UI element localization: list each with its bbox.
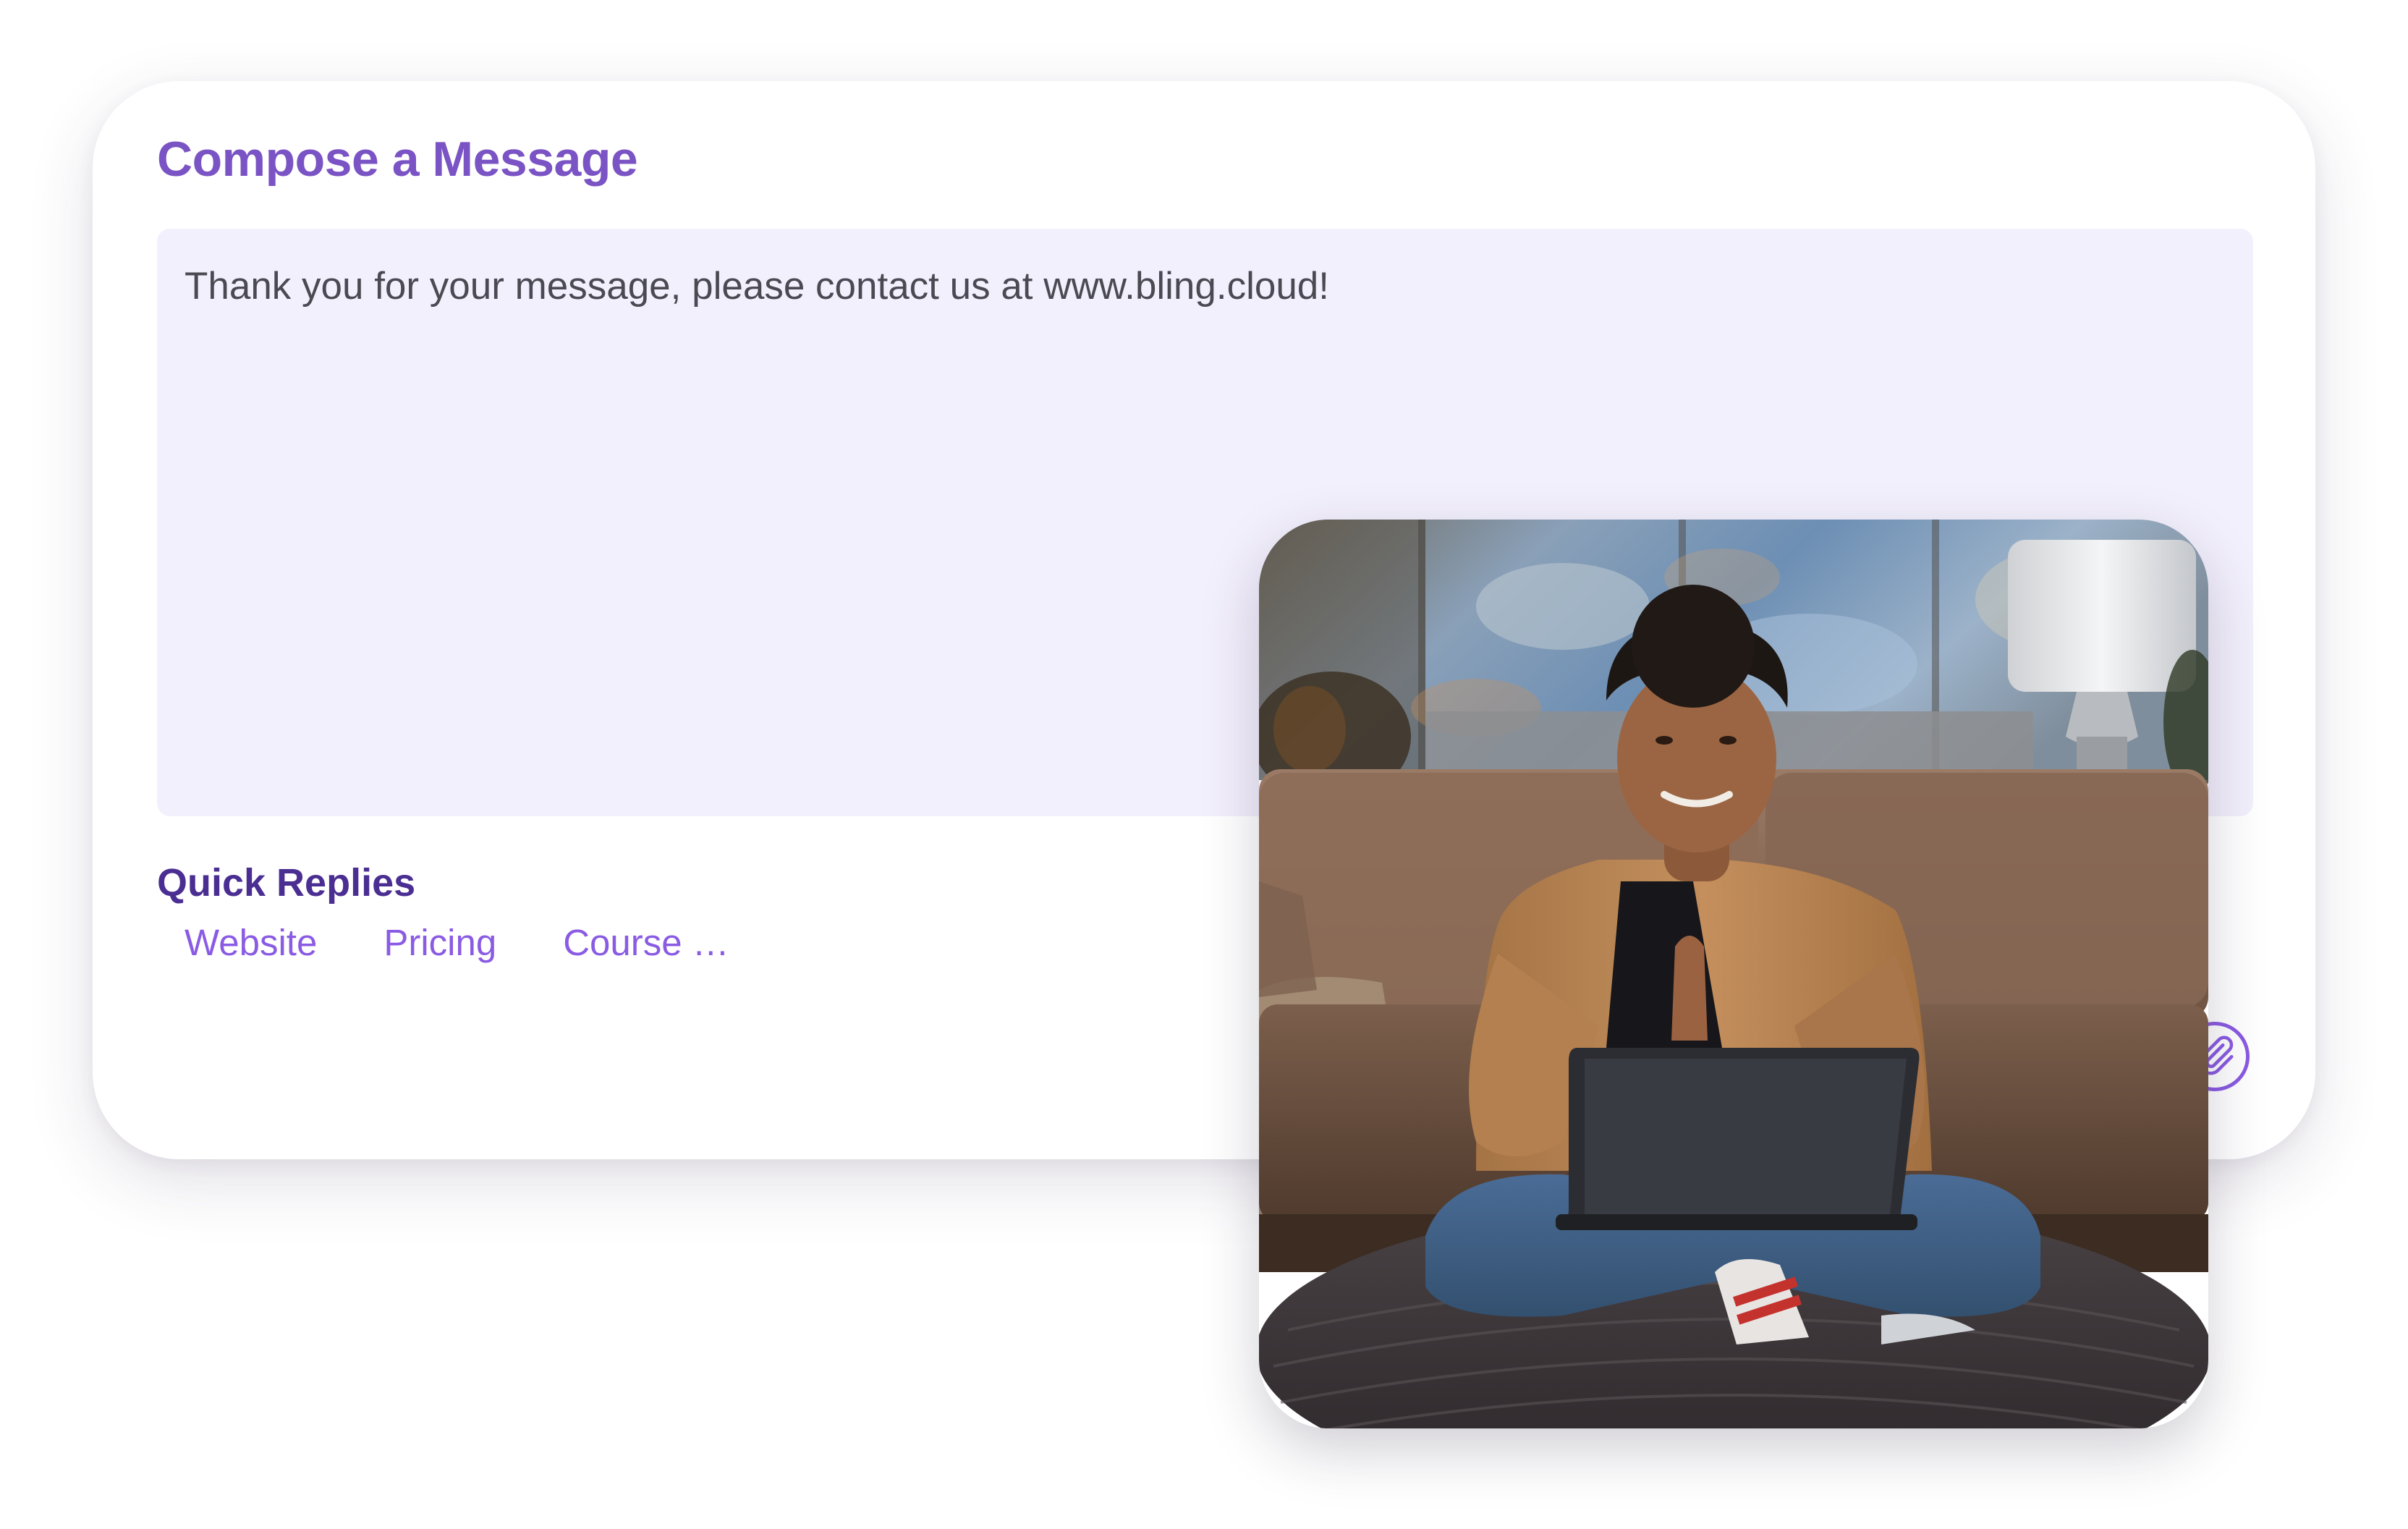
quick-reply-course[interactable]: Course …: [563, 920, 729, 965]
quick-reply-pricing[interactable]: Pricing: [383, 920, 496, 965]
stage: Compose a Message Thank you for your mes…: [0, 0, 2408, 1529]
quick-reply-website[interactable]: Website: [185, 920, 317, 965]
quick-replies-list: Website Pricing Course …: [185, 920, 729, 965]
quick-replies-heading: Quick Replies: [157, 861, 416, 905]
compose-title: Compose a Message: [157, 132, 638, 187]
person-with-laptop-photo: [1259, 520, 2208, 1428]
